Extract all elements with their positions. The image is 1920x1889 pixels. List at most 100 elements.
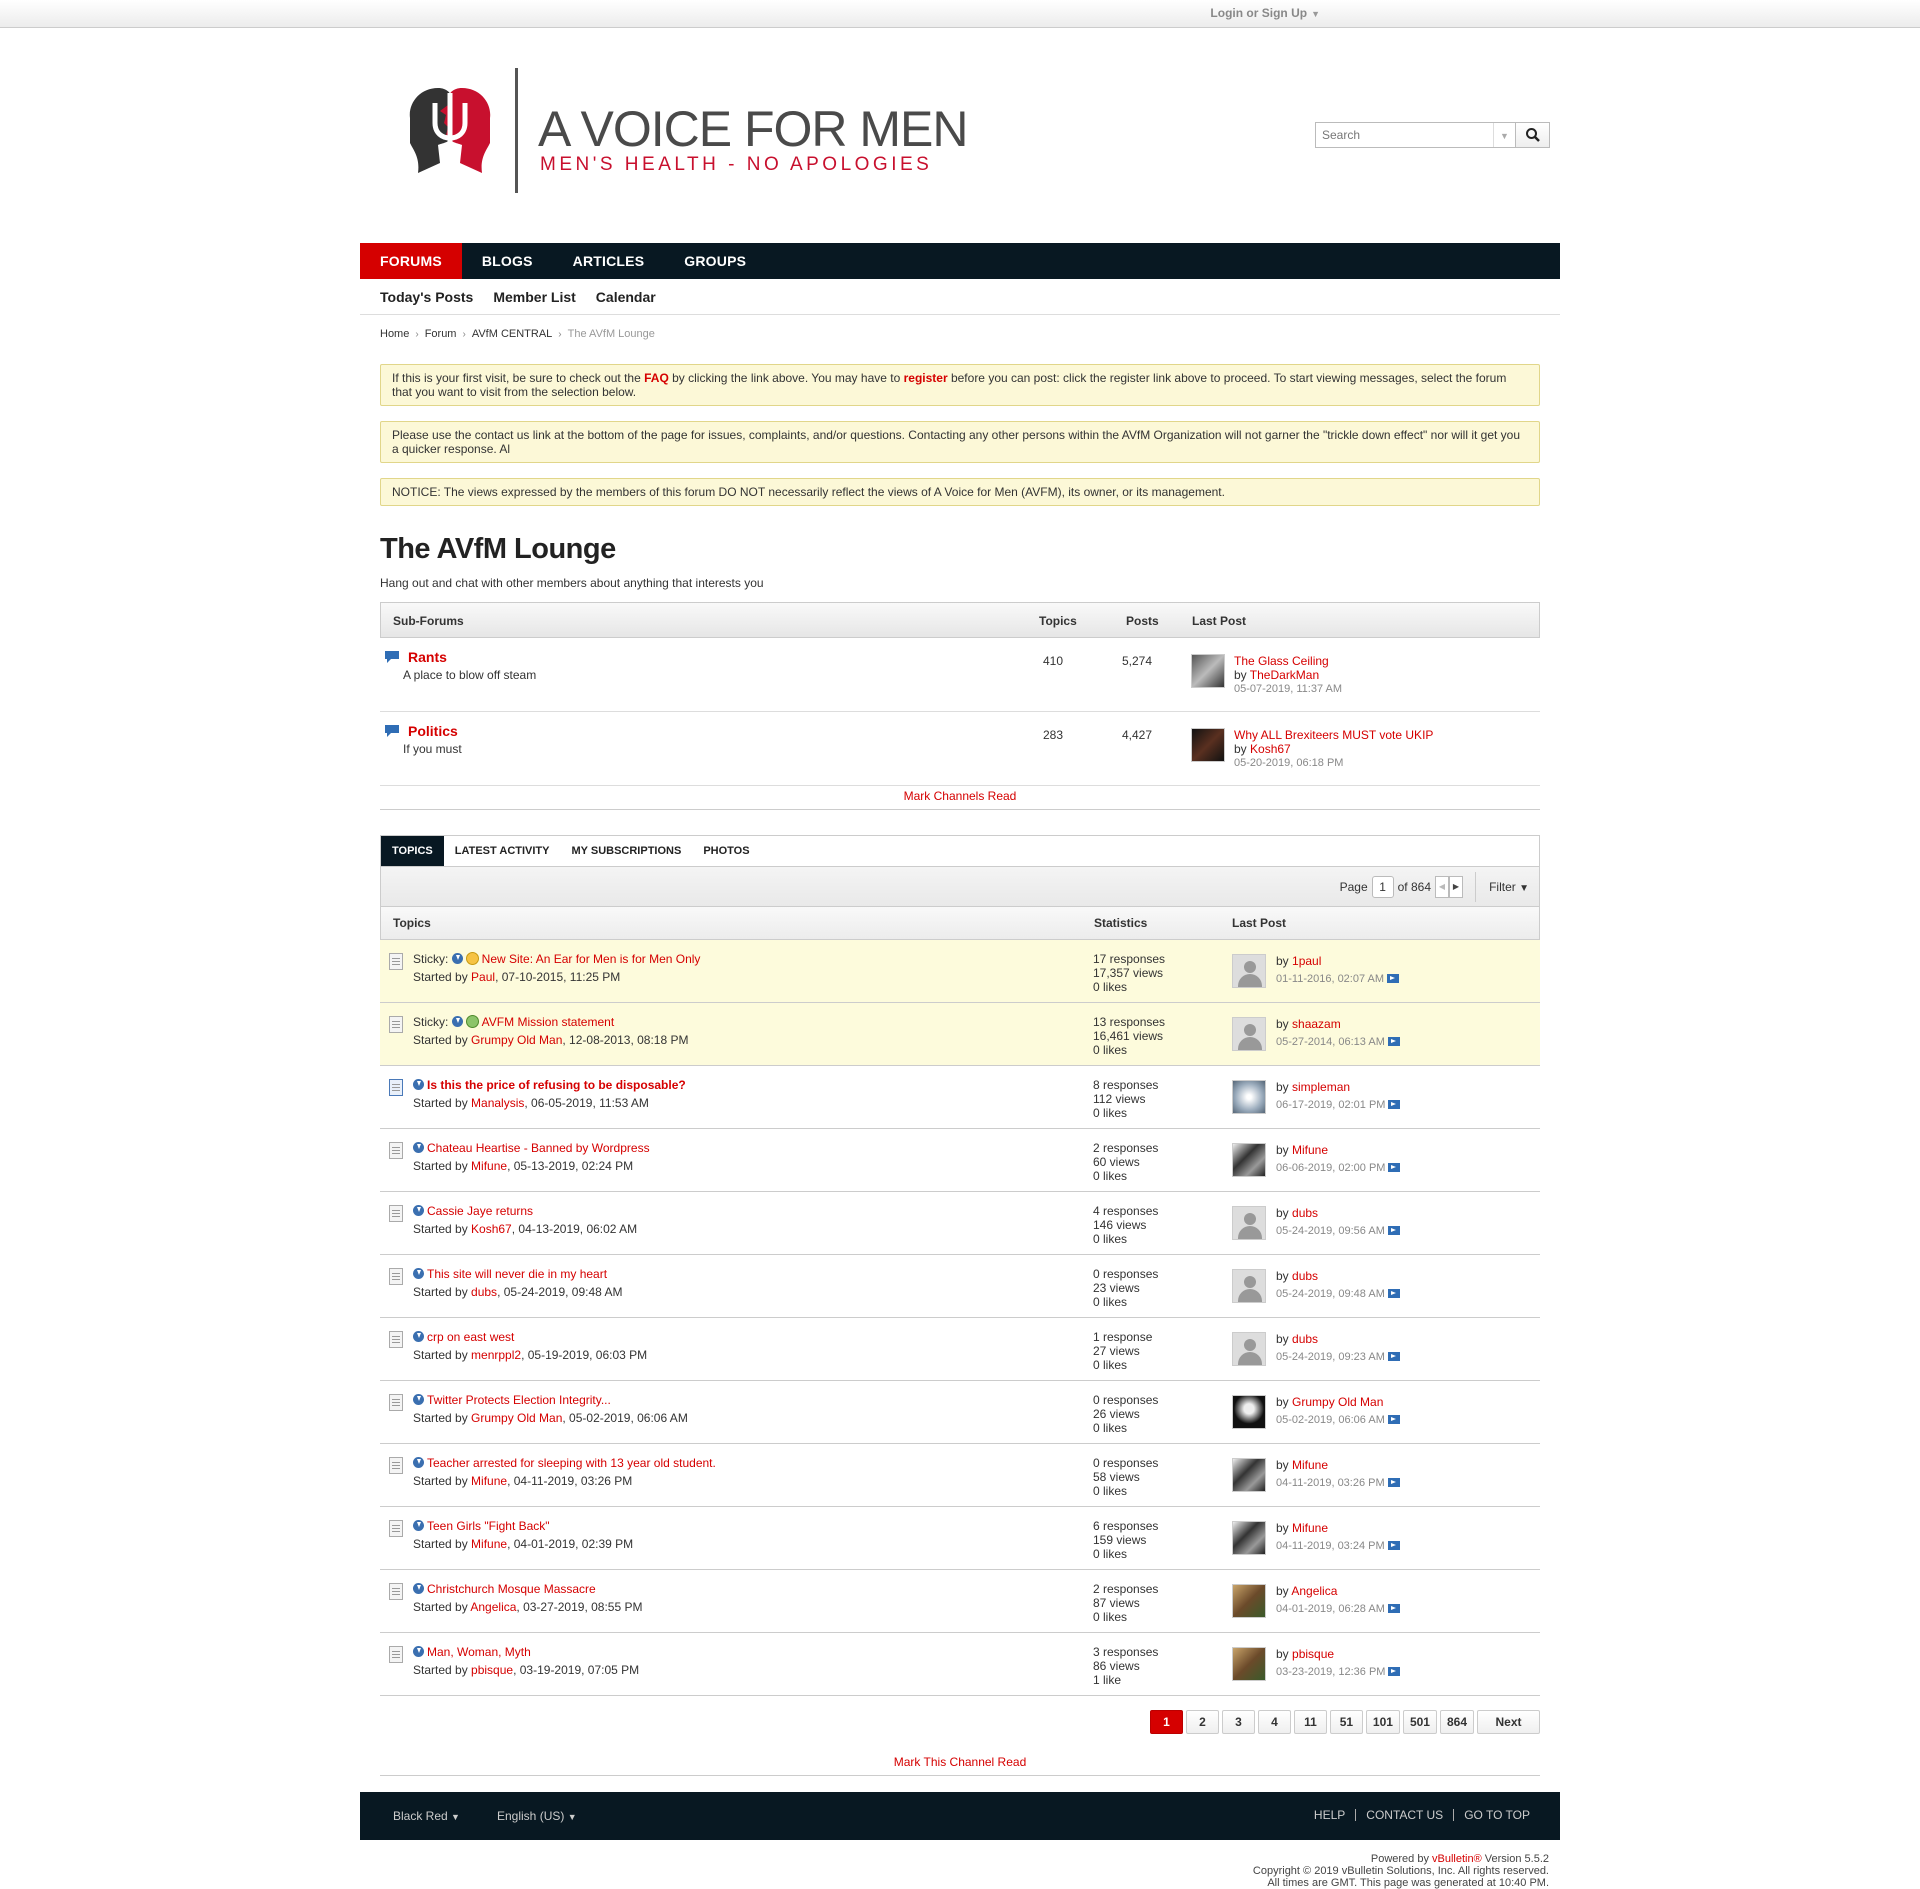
last-post-user[interactable]: dubs (1292, 1206, 1318, 1220)
go-first-unread-icon[interactable] (451, 953, 463, 964)
page-4-button[interactable]: 4 (1257, 1710, 1291, 1734)
tab-groups[interactable]: GROUPS (664, 243, 766, 279)
contact-us-link[interactable]: CONTACT US (1355, 1809, 1453, 1821)
topic-starter-link[interactable]: Angelica (470, 1600, 516, 1614)
page-number-input[interactable]: 1 (1371, 876, 1394, 898)
topic-starter-link[interactable]: Kosh67 (471, 1222, 512, 1236)
topic-starter-link[interactable]: Mifune (471, 1537, 507, 1551)
last-post-user[interactable]: Mifune (1292, 1458, 1328, 1472)
avatar[interactable] (1232, 1395, 1266, 1429)
page-2-button[interactable]: 2 (1185, 1710, 1219, 1734)
avatar[interactable] (1232, 1332, 1266, 1366)
avatar[interactable] (1232, 1269, 1266, 1303)
last-post-user[interactable]: dubs (1292, 1332, 1318, 1346)
last-post-title[interactable]: Why ALL Brexiteers MUST vote UKIP (1234, 728, 1433, 742)
go-first-unread-icon[interactable] (413, 1646, 424, 1657)
last-post-user[interactable]: Kosh67 (1250, 742, 1291, 756)
tab-forums[interactable]: FORUMS (360, 243, 462, 279)
go-to-last-post-icon[interactable] (1387, 1226, 1400, 1235)
subnav-calendar[interactable]: Calendar (596, 289, 656, 305)
prev-page-icon[interactable]: ◀ (1435, 876, 1449, 898)
go-first-unread-icon[interactable] (413, 1268, 424, 1279)
go-to-last-post-icon[interactable] (1387, 1415, 1400, 1424)
go-to-last-post-icon[interactable] (1387, 974, 1400, 983)
last-post-user[interactable]: shaazam (1292, 1017, 1341, 1031)
last-post-user[interactable]: dubs (1292, 1269, 1318, 1283)
mark-channels-read-link[interactable]: Mark Channels Read (380, 789, 1540, 803)
site-logo[interactable]: A VOICE FOR MEN MEN'S HEALTH - NO APOLOG… (390, 63, 990, 203)
topic-starter-link[interactable]: menrppl2 (471, 1348, 521, 1362)
avatar[interactable] (1232, 1080, 1266, 1114)
go-first-unread-icon[interactable] (413, 1331, 424, 1342)
go-first-unread-icon[interactable] (413, 1583, 424, 1594)
go-to-last-post-icon[interactable] (1388, 1163, 1401, 1172)
go-first-unread-icon[interactable] (451, 1016, 463, 1027)
search-input[interactable]: Search (1316, 123, 1493, 147)
go-to-last-post-icon[interactable] (1388, 1667, 1401, 1676)
go-first-unread-icon[interactable] (413, 1394, 424, 1405)
subforum-link-rants[interactable]: Rants (408, 649, 447, 665)
subforum-link-politics[interactable]: Politics (408, 723, 458, 739)
topic-title-link[interactable]: Teacher arrested for sleeping with 13 ye… (427, 1456, 716, 1470)
subnav-member-list[interactable]: Member List (493, 289, 575, 305)
topic-starter-link[interactable]: Mifune (471, 1474, 507, 1488)
last-post-user[interactable]: simpleman (1292, 1080, 1350, 1094)
faq-link[interactable]: FAQ (644, 371, 669, 385)
go-to-last-post-icon[interactable] (1387, 1037, 1400, 1046)
avatar[interactable] (1232, 1458, 1266, 1492)
topic-starter-link[interactable]: Paul (471, 970, 495, 984)
tab-my-subscriptions[interactable]: MY SUBSCRIPTIONS (561, 836, 693, 866)
page-501-button[interactable]: 501 (1402, 1710, 1437, 1734)
subnav-todays-posts[interactable]: Today's Posts (380, 289, 473, 305)
breadcrumb-home[interactable]: Home (380, 328, 409, 340)
go-to-top-link[interactable]: GO TO TOP (1453, 1809, 1540, 1821)
topic-starter-link[interactable]: Grumpy Old Man (471, 1411, 562, 1425)
tab-topics[interactable]: TOPICS (381, 836, 444, 866)
last-post-user[interactable]: TheDarkMan (1250, 668, 1319, 682)
go-first-unread-icon[interactable] (413, 1079, 424, 1090)
next-page-icon[interactable]: ▶ (1449, 876, 1463, 898)
tab-photos[interactable]: PHOTOS (692, 836, 760, 866)
mark-channel-read-link[interactable]: Mark This Channel Read (380, 1755, 1540, 1769)
go-to-last-post-icon[interactable] (1387, 1478, 1400, 1487)
tab-latest-activity[interactable]: LATEST ACTIVITY (444, 836, 561, 866)
topic-title-link[interactable]: Is this the price of refusing to be disp… (427, 1078, 686, 1092)
page-864-button[interactable]: 864 (1439, 1710, 1474, 1734)
go-first-unread-icon[interactable] (413, 1142, 424, 1153)
avatar[interactable] (1232, 1143, 1266, 1177)
avatar[interactable] (1191, 728, 1225, 762)
avatar[interactable] (1232, 1017, 1266, 1051)
next-page-button[interactable]: Next (1477, 1710, 1540, 1734)
avatar[interactable] (1232, 1584, 1266, 1618)
tab-articles[interactable]: ARTICLES (553, 243, 665, 279)
topic-title-link[interactable]: Man, Woman, Myth (427, 1645, 531, 1659)
avatar[interactable] (1232, 954, 1266, 988)
breadcrumb-forum[interactable]: Forum (425, 328, 457, 340)
breadcrumb-avfm-central[interactable]: AVfM CENTRAL (472, 328, 552, 340)
last-post-user[interactable]: Angelica (1291, 1584, 1337, 1598)
topic-starter-link[interactable]: Manalysis (471, 1096, 524, 1110)
last-post-user[interactable]: Mifune (1292, 1521, 1328, 1535)
topic-title-link[interactable]: Chateau Heartise - Banned by Wordpress (427, 1141, 650, 1155)
page-1-button[interactable]: 1 (1149, 1710, 1183, 1734)
help-link[interactable]: HELP (1304, 1809, 1355, 1821)
topic-starter-link[interactable]: Mifune (471, 1159, 507, 1173)
go-first-unread-icon[interactable] (413, 1205, 424, 1216)
topic-title-link[interactable]: This site will never die in my heart (427, 1267, 607, 1281)
last-post-user[interactable]: Grumpy Old Man (1292, 1395, 1383, 1409)
topic-starter-link[interactable]: pbisque (471, 1663, 513, 1677)
go-to-last-post-icon[interactable] (1387, 1541, 1400, 1550)
go-first-unread-icon[interactable] (413, 1457, 424, 1468)
last-post-user[interactable]: 1paul (1292, 954, 1321, 968)
avatar[interactable] (1232, 1521, 1266, 1555)
last-post-title[interactable]: The Glass Ceiling (1234, 654, 1342, 668)
go-to-last-post-icon[interactable] (1387, 1604, 1400, 1613)
go-to-last-post-icon[interactable] (1388, 1100, 1401, 1109)
search-options-dropdown[interactable]: ▼ (1493, 123, 1515, 147)
style-selector[interactable]: Black Red ▼ (393, 1809, 460, 1823)
topic-starter-link[interactable]: Grumpy Old Man (471, 1033, 562, 1047)
search-button[interactable] (1515, 123, 1549, 147)
topic-starter-link[interactable]: dubs (471, 1285, 497, 1299)
page-11-button[interactable]: 11 (1293, 1710, 1327, 1734)
go-to-last-post-icon[interactable] (1387, 1289, 1400, 1298)
